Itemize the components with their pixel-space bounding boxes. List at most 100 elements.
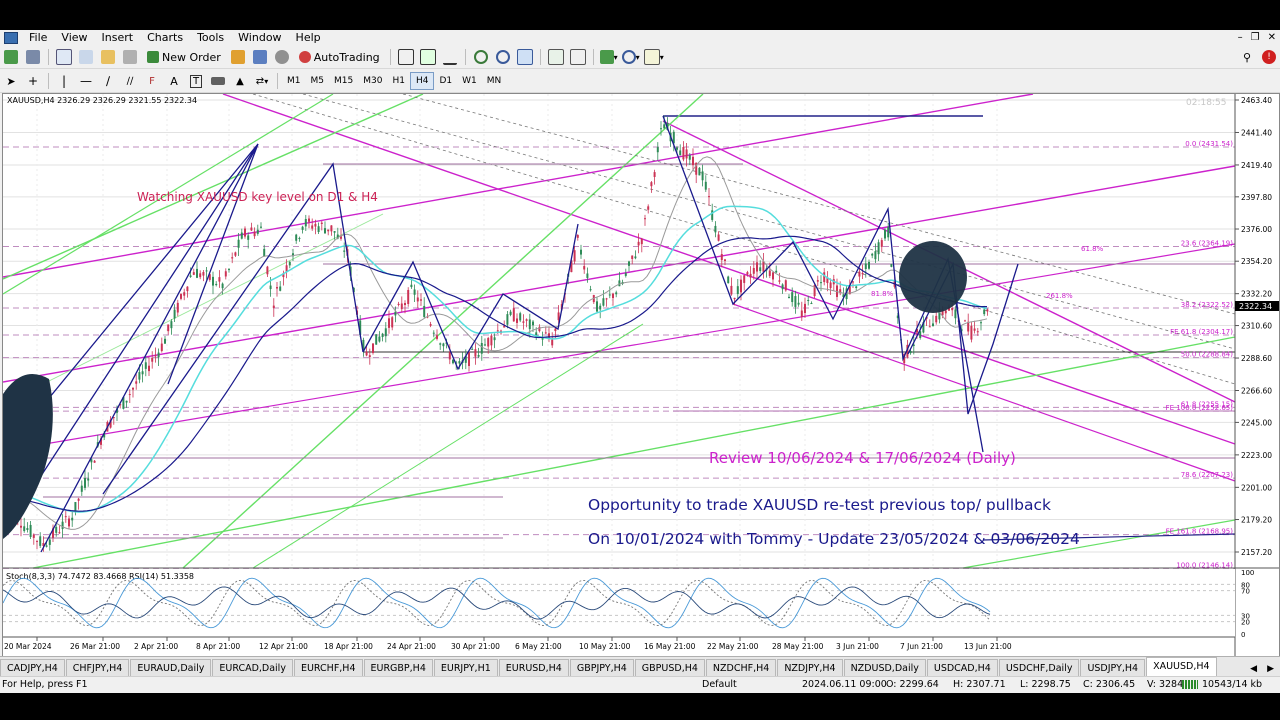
line-chart-button[interactable] bbox=[441, 48, 459, 66]
profiles-button[interactable] bbox=[24, 48, 42, 66]
candle-body bbox=[880, 240, 883, 247]
tab-usdchf[interactable]: USDCHF,Daily bbox=[998, 659, 1080, 677]
candle-body bbox=[256, 229, 259, 234]
new-order-button[interactable]: New Order bbox=[143, 48, 225, 66]
periods-button[interactable]: ▾ bbox=[621, 48, 640, 66]
candle-body bbox=[967, 321, 970, 332]
tab-cadjpy[interactable]: CADJPY,H4 bbox=[0, 659, 65, 677]
candle-body bbox=[288, 261, 291, 266]
tab-eurchf[interactable]: EURCHF,H4 bbox=[293, 659, 363, 677]
tab-euraud[interactable]: EURAUD,Daily bbox=[130, 659, 212, 677]
label-tool[interactable]: T bbox=[187, 72, 205, 90]
tab-eurcad[interactable]: EURCAD,Daily bbox=[212, 659, 293, 677]
restore-icon[interactable]: ❐ bbox=[1251, 32, 1260, 43]
candle-body bbox=[784, 280, 787, 291]
candle-body bbox=[973, 328, 976, 331]
zoom-in-button[interactable] bbox=[472, 48, 490, 66]
close-icon[interactable]: ✕ bbox=[1268, 32, 1276, 43]
arrows-tool[interactable]: ⇄ ▾ bbox=[253, 72, 271, 90]
tab-eurgbp[interactable]: EURGBP,H4 bbox=[363, 659, 433, 677]
menu-tools[interactable]: Tools bbox=[190, 30, 231, 46]
timeframe-m30[interactable]: M30 bbox=[358, 73, 387, 89]
candle-body bbox=[20, 525, 22, 528]
tab-gbpusd[interactable]: GBPUSD,H4 bbox=[634, 659, 705, 677]
timeframe-w1[interactable]: W1 bbox=[457, 73, 482, 89]
tab-eurjpy[interactable]: EURJPY,H1 bbox=[433, 659, 498, 677]
strategy-tester-button[interactable] bbox=[251, 48, 269, 66]
status-bar: For Help, press F1 Default 2024.06.11 09… bbox=[0, 676, 1280, 693]
tab-nzdusd[interactable]: NZDUSD,Daily bbox=[843, 659, 926, 677]
autoscroll-button[interactable] bbox=[547, 48, 565, 66]
candle-body bbox=[519, 313, 522, 321]
indicator-header: Stoch(8,3,3) 74.7472 83.4668 RSI(14) 51.… bbox=[6, 572, 194, 581]
templates-icon bbox=[643, 49, 660, 65]
notifications-button[interactable]: ! bbox=[1260, 48, 1278, 66]
timeframe-h1[interactable]: H1 bbox=[387, 73, 410, 89]
menu-insert[interactable]: Insert bbox=[95, 30, 141, 46]
tile-windows-button[interactable] bbox=[516, 48, 534, 66]
timeframe-m1[interactable]: M1 bbox=[282, 73, 306, 89]
bar-chart-button[interactable] bbox=[397, 48, 415, 66]
price-chart[interactable]: 2463.40 2441.40 2419.40 2397.80 2376.00 2354.… bbox=[3, 94, 1279, 668]
fibonacci-tool[interactable]: F bbox=[143, 72, 161, 90]
triangle-tool[interactable]: ▲ bbox=[231, 72, 249, 90]
navigator-button[interactable] bbox=[99, 48, 117, 66]
search-button[interactable]: ⚲ bbox=[1238, 48, 1256, 66]
timeframe-m5[interactable]: M5 bbox=[306, 73, 330, 89]
menu-window[interactable]: Window bbox=[231, 30, 288, 46]
chart-shift-button[interactable] bbox=[569, 48, 587, 66]
metaeditor-button[interactable] bbox=[229, 48, 247, 66]
indicators-button[interactable]: ▾ bbox=[599, 48, 618, 66]
horizontal-line-tool[interactable]: — bbox=[77, 72, 95, 90]
tab-xauusd[interactable]: XAUUSD,H4 bbox=[1146, 657, 1217, 677]
candlestick-button[interactable] bbox=[419, 48, 437, 66]
terminal-button[interactable] bbox=[121, 48, 139, 66]
trendline-tool[interactable]: ∕ bbox=[99, 72, 117, 90]
market-watch-button[interactable] bbox=[55, 48, 73, 66]
fibonacci-level-label: 78.6 (2207.23) bbox=[1181, 471, 1233, 479]
tab-nzdchf[interactable]: NZDCHF,H4 bbox=[705, 659, 777, 677]
tab-nzdjpy[interactable]: NZDJPY,H4 bbox=[777, 659, 843, 677]
candle-body bbox=[983, 309, 986, 315]
vertical-line-tool[interactable]: | bbox=[55, 72, 73, 90]
menu-help[interactable]: Help bbox=[289, 30, 328, 46]
zoom-out-button[interactable] bbox=[494, 48, 512, 66]
candle-body bbox=[698, 167, 701, 176]
text-tool[interactable]: A bbox=[165, 72, 183, 90]
menu-view[interactable]: View bbox=[54, 30, 94, 46]
candle-body bbox=[180, 294, 182, 299]
candle-body bbox=[631, 255, 634, 259]
signals-button[interactable] bbox=[273, 48, 291, 66]
tab-usdcad[interactable]: USDCAD,H4 bbox=[926, 659, 998, 677]
timeframe-h4[interactable]: H4 bbox=[409, 72, 435, 90]
tab-gbpjpy[interactable]: GBPJPY,H4 bbox=[569, 659, 634, 677]
cursor-tool[interactable]: ➤ bbox=[2, 72, 20, 90]
timeframe-mn[interactable]: MN bbox=[482, 73, 507, 89]
candle-body bbox=[55, 526, 58, 533]
candle-body bbox=[186, 286, 189, 292]
candle-body bbox=[192, 272, 195, 275]
channel-tool[interactable]: ∕∕ bbox=[121, 72, 139, 90]
dropdown-arrow-icon: ▾ bbox=[264, 76, 269, 86]
data-window-button[interactable] bbox=[77, 48, 95, 66]
candle-body bbox=[64, 516, 67, 518]
candle-body bbox=[487, 338, 490, 347]
time-label: 26 Mar 21:00 bbox=[70, 642, 120, 651]
chart-window[interactable]: 2463.40 2441.40 2419.40 2397.80 2376.00 2354.… bbox=[2, 93, 1280, 669]
crosshair-tool[interactable]: + bbox=[24, 72, 42, 90]
candle-body bbox=[68, 518, 70, 527]
templates-button[interactable]: ▾ bbox=[643, 48, 664, 66]
tab-chfjpy[interactable]: CHFJPY,H4 bbox=[65, 659, 130, 677]
menu-charts[interactable]: Charts bbox=[140, 30, 190, 46]
autotrading-button[interactable]: AutoTrading bbox=[295, 48, 384, 66]
tab-usdjpy[interactable]: USDJPY,H4 bbox=[1080, 659, 1146, 677]
timeframe-m15[interactable]: M15 bbox=[329, 73, 358, 89]
tab-eurusd[interactable]: EURUSD,H4 bbox=[498, 659, 569, 677]
minimize-icon[interactable]: – bbox=[1238, 32, 1243, 43]
menu-file[interactable]: File bbox=[22, 30, 54, 46]
candle-body bbox=[333, 231, 336, 233]
new-chart-button[interactable] bbox=[2, 48, 20, 66]
timeframe-d1[interactable]: D1 bbox=[434, 73, 457, 89]
rectangle-tool[interactable] bbox=[209, 72, 227, 90]
candle-body bbox=[189, 275, 192, 277]
